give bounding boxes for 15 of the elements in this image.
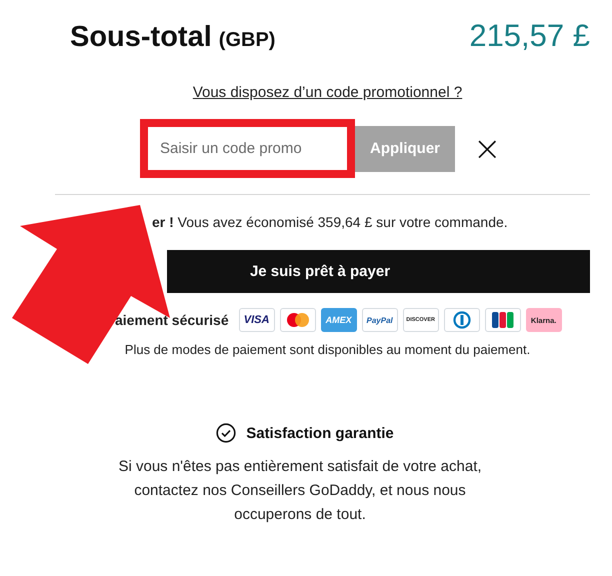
guarantee-text: Si vous n'êtes pas entièrement satisfait de votre achat, contactez nos Conseillers GoDaddy, et nous nous occuperons de tout.	[117, 457, 483, 525]
subtotal-amount: 215,57 £	[469, 18, 590, 54]
secure-payment-label: aiement sécurisé	[115, 312, 229, 328]
pay-button[interactable]: Je suis prêt à payer	[167, 250, 590, 293]
subtotal-label: Sous-total	[70, 21, 212, 54]
payment-card: VISA	[238, 308, 275, 332]
savings-message: er ! Vous avez économisé 359,64 £ sur votre commande.	[151, 214, 509, 230]
payment-card: PayPal	[362, 308, 398, 332]
guarantee-title: Satisfaction garantie	[246, 424, 394, 442]
currency-label: (GBP)	[218, 29, 276, 52]
promo-code-link[interactable]: Vous disposez d’un code promotionnel ?	[192, 84, 462, 101]
payment-card: AMEX	[320, 308, 357, 332]
close-button[interactable]: ×	[471, 132, 504, 166]
payment-note: Plus de modes de paiement sont disponibles au moment du paiement.	[124, 342, 532, 357]
check-circle-icon	[216, 423, 236, 443]
